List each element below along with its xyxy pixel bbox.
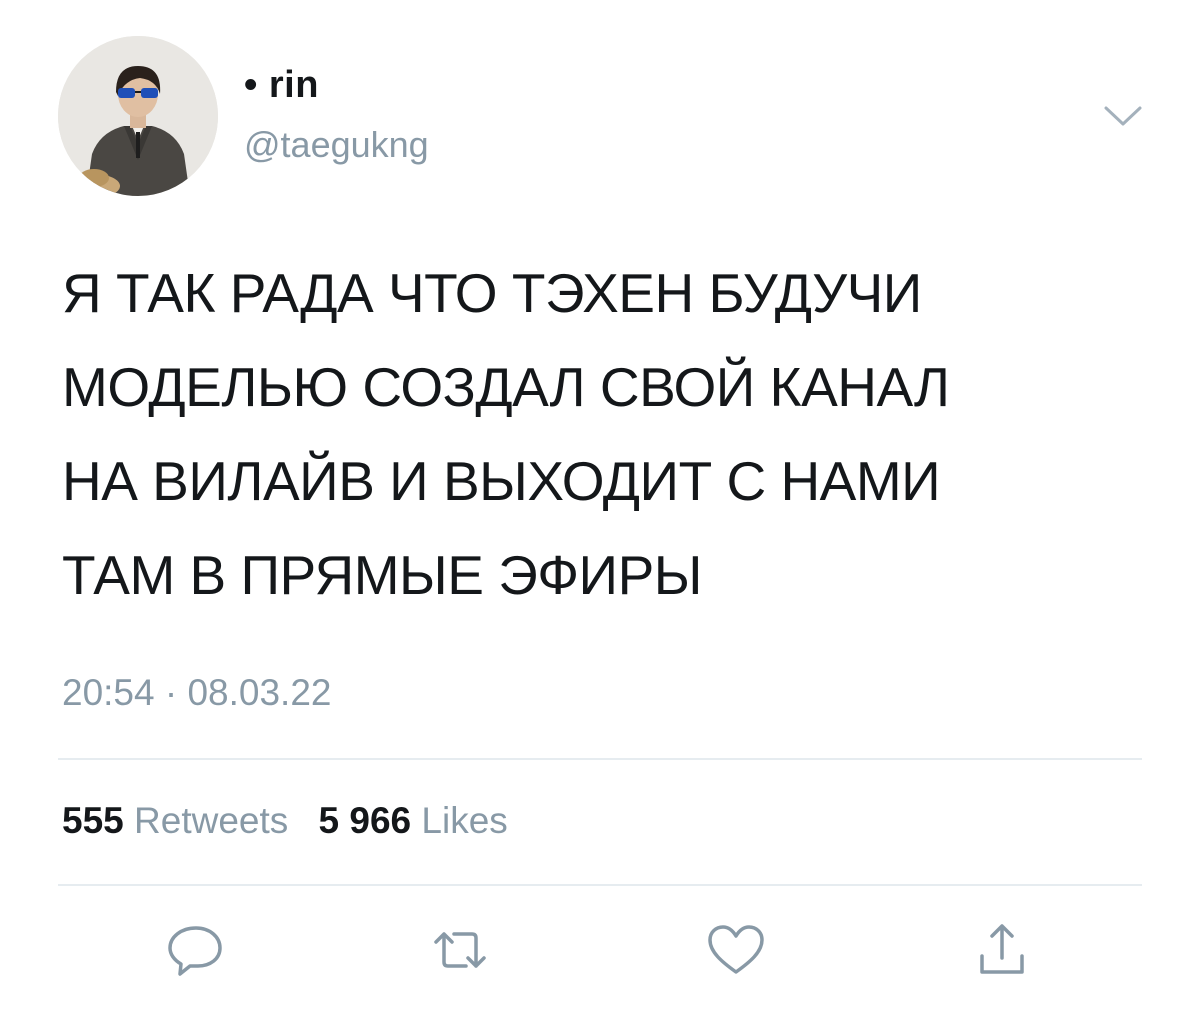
likes-count[interactable]: 5 966 <box>319 800 412 841</box>
tweet-card: • rin @taegukng Я ТАК РАДА ЧТО ТЭХЕН БУД… <box>0 0 1200 1014</box>
retweet-button[interactable] <box>428 920 492 980</box>
share-icon <box>980 924 1024 974</box>
engagement-stats: 555 Retweets 5 966 Likes <box>62 800 528 842</box>
reply-icon <box>168 926 222 976</box>
divider <box>58 884 1142 886</box>
tweet-text-line: Я ТАК РАДА ЧТО ТЭХЕН БУДУЧИ <box>62 262 922 324</box>
likes-label[interactable]: Likes <box>421 800 507 841</box>
tweet-timestamp[interactable]: 20:54 · 08.03.22 <box>62 672 332 714</box>
profile-photo-icon <box>58 36 218 196</box>
reply-button[interactable] <box>164 920 228 980</box>
tweet-text-line: НА ВИЛАЙВ И ВЫХОДИТ С НАМИ <box>62 450 941 512</box>
divider <box>58 758 1142 760</box>
user-handle[interactable]: @taegukng <box>244 124 429 166</box>
tweet-text: Я ТАК РАДА ЧТО ТЭХЕН БУДУЧИ МОДЕЛЬЮ СОЗД… <box>62 246 1162 622</box>
avatar[interactable] <box>58 36 218 196</box>
chevron-down-icon[interactable] <box>1100 100 1146 130</box>
display-name[interactable]: • rin <box>244 64 319 107</box>
heart-icon <box>708 925 764 974</box>
tweet-text-line: МОДЕЛЬЮ СОЗДАЛ СВОЙ КАНАЛ <box>62 356 950 418</box>
share-button[interactable] <box>970 920 1034 980</box>
retweets-label[interactable]: Retweets <box>134 800 288 841</box>
retweet-icon <box>434 932 486 968</box>
retweets-count[interactable]: 555 <box>62 800 124 841</box>
tweet-text-line: ТАМ В ПРЯМЫЕ ЭФИРЫ <box>62 544 702 606</box>
like-button[interactable] <box>704 920 768 980</box>
